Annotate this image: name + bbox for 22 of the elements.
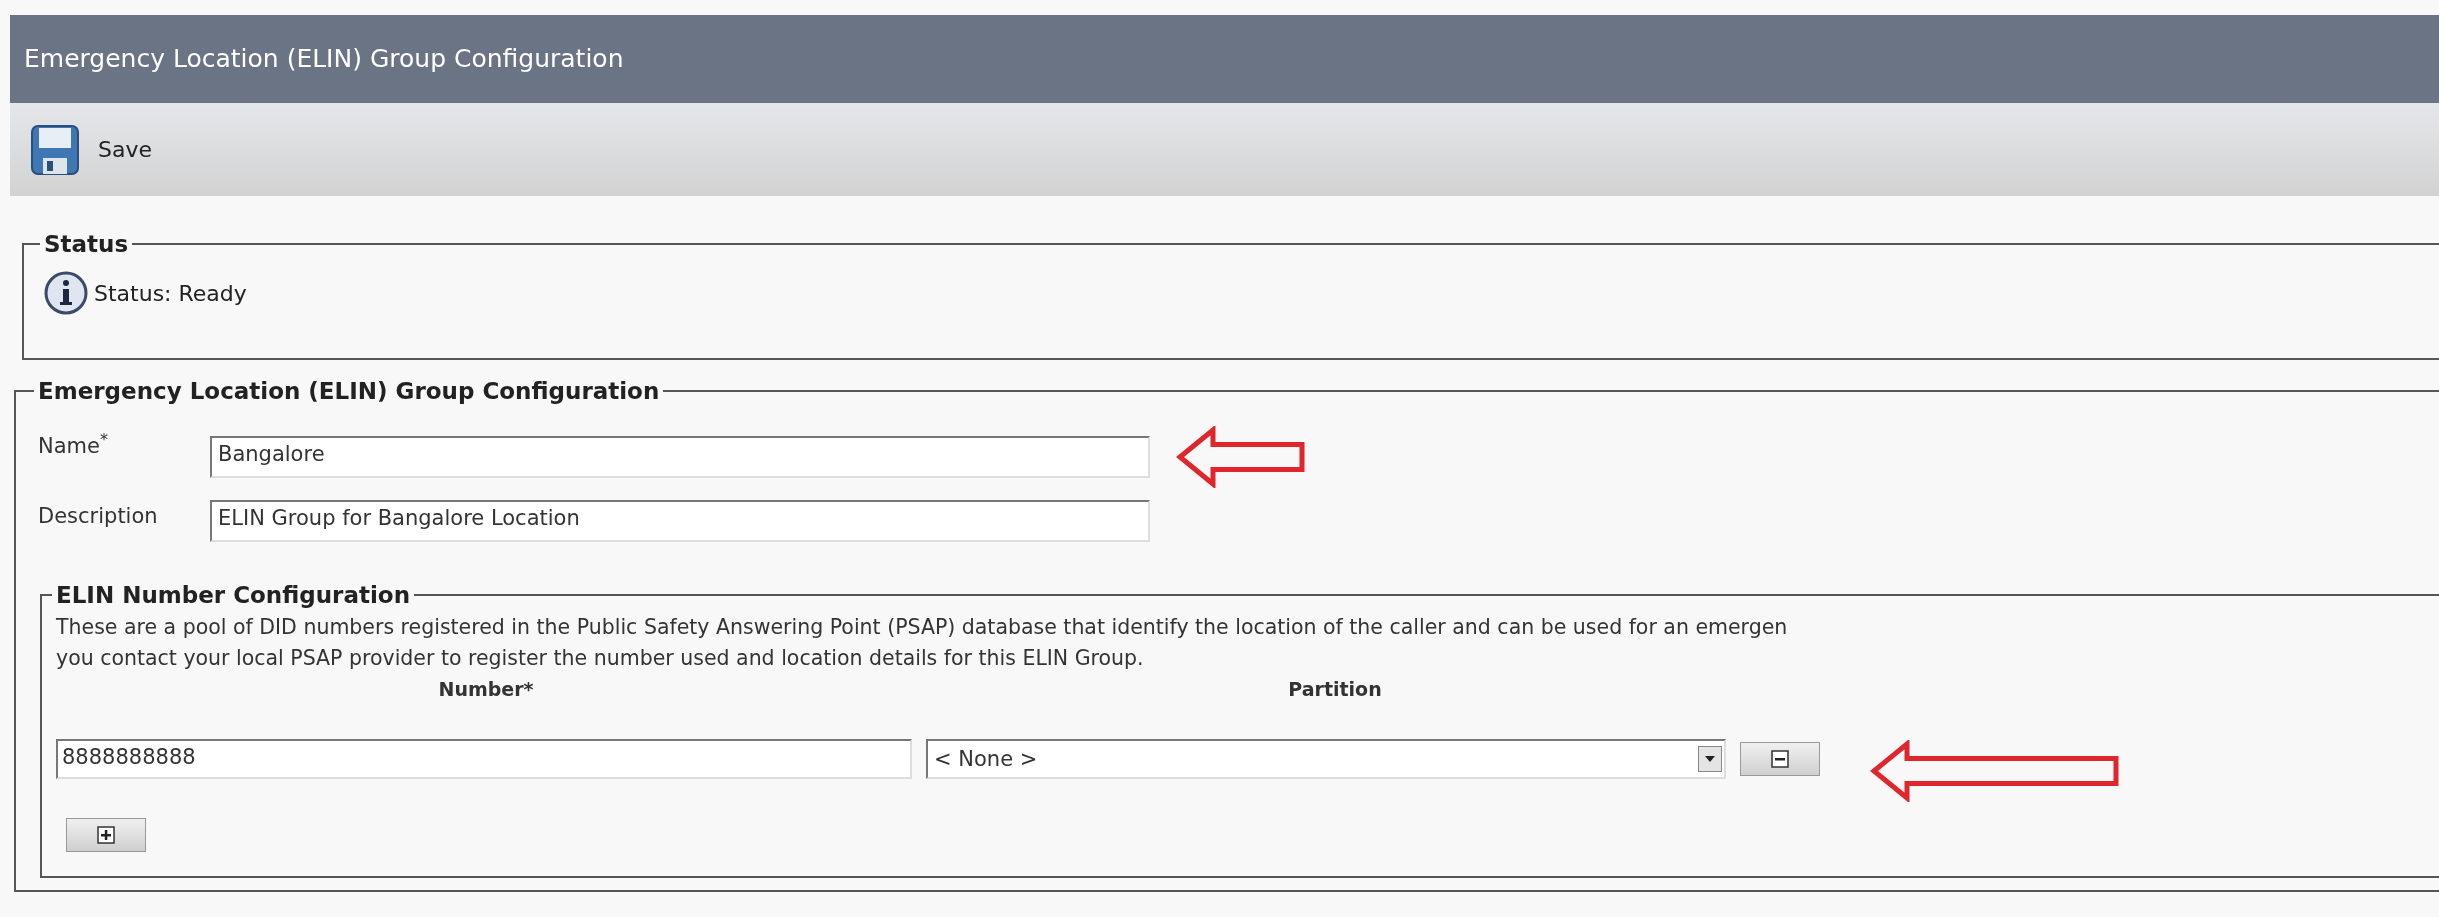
- field-label: Description: [38, 503, 159, 528]
- arrow-callout-icon: [1176, 426, 1306, 488]
- number-field[interactable]: 8888888888: [56, 739, 912, 779]
- text-field[interactable]: ELIN Group for Bangalore Location: [210, 500, 1150, 542]
- status-legend: Status: [40, 231, 133, 257]
- status-message: Status: Ready: [94, 280, 247, 306]
- description-text: These are a pool of DID numbers registered in the Public Safety Answering Point (PSAP) database that identify the location of the caller and can be used for an emergen you contact your local PSAP provider to register the number used and location details for this ELIN Group.: [56, 614, 1789, 672]
- section-legend: Emergency Location (ELIN) Group Configuration: [34, 378, 664, 404]
- remove-row-button[interactable]: [1740, 742, 1820, 776]
- field-label: Name$^{*}$: [38, 429, 109, 458]
- column-header: Number*: [437, 678, 535, 700]
- column-header: Partition: [1287, 678, 1383, 700]
- save-button[interactable]: Save: [30, 123, 152, 176]
- text-field[interactable]: Bangalore: [210, 436, 1150, 478]
- section-legend: ELIN Number Configuration: [52, 582, 415, 608]
- partition-dropdown[interactable]: < None >: [926, 739, 1726, 779]
- info-icon: [44, 271, 88, 315]
- minus-icon: [1771, 750, 1789, 768]
- plus-icon: [97, 826, 115, 844]
- page-title: Emergency Location (ELIN) Group Configuration: [23, 43, 624, 75]
- arrow-callout-icon: [1870, 740, 2120, 802]
- add-row-button[interactable]: [66, 818, 146, 852]
